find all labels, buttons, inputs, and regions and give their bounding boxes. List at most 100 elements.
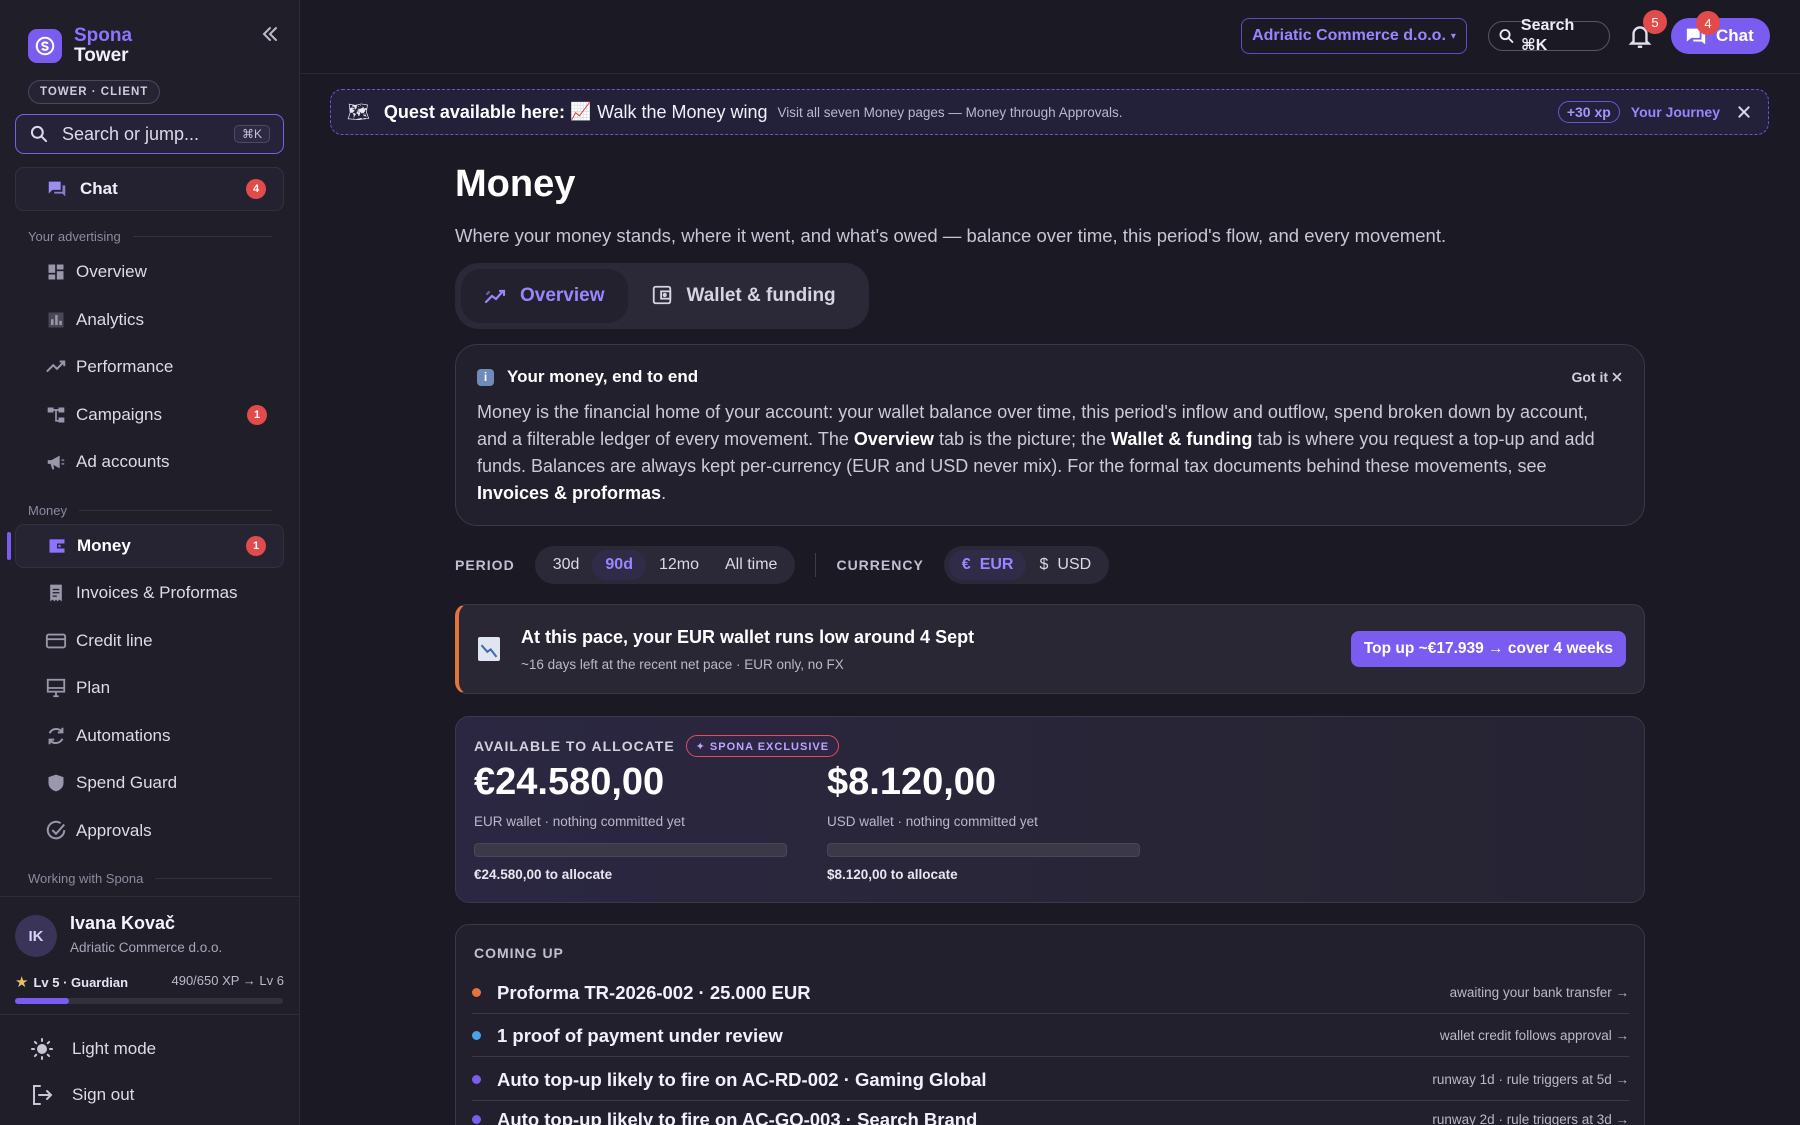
sidebar-item-label: Campaigns [76, 405, 162, 424]
alert-title: At this pace, your EUR wallet runs low a… [521, 626, 975, 647]
sign-out-button[interactable]: Sign out [30, 1083, 134, 1107]
level-label: Lv 5 · Guardian [33, 974, 129, 990]
sidebar-item-invoices-proformas[interactable]: Invoices & Proformas [15, 571, 284, 615]
xp-progress-bar [15, 998, 283, 1004]
list-item[interactable]: Auto top-up likely to fire on AC-RD-002 … [472, 1059, 1629, 1101]
wallet-subtitle: USD wallet · nothing committed yet [827, 814, 1038, 829]
info-card: i Your money, end to end Got it Money is… [455, 344, 1645, 526]
sidebar-item-ad-accounts[interactable]: Ad accounts [15, 440, 284, 484]
list-item[interactable]: Auto top-up likely to fire on AC-GO-003 … [472, 1099, 1629, 1125]
list-item-meta: awaiting your bank transfer → [1449, 985, 1629, 1000]
sidebar-search-input[interactable]: Search or jump... ⌘K [15, 114, 284, 154]
grid-icon [45, 261, 67, 283]
hierarchy-icon [45, 404, 67, 426]
wallet-commit-bar [474, 843, 787, 857]
light-mode-button[interactable]: Light mode [30, 1037, 156, 1061]
info-title: Your money, end to end [507, 367, 699, 386]
chat-button[interactable]: Chat [1671, 18, 1770, 54]
sign-out-icon [30, 1083, 54, 1107]
page-subtitle: Where your money stands, where it went, … [455, 225, 1447, 246]
list-item-title: Proforma TR-2026-002 · 25.000 EUR [497, 981, 811, 1003]
sun-icon [30, 1037, 54, 1061]
sidebar-item-label: Plan [76, 678, 111, 697]
trend-up-icon [45, 356, 67, 378]
spona-logo-icon [28, 29, 62, 63]
user-name: Ivana Kovač [70, 913, 176, 933]
period-option-30d[interactable]: 30d [540, 550, 593, 580]
currency-option-eur[interactable]: € EUR [948, 550, 1027, 580]
list-item-title: Auto top-up likely to fire on AC-GO-003 … [497, 1108, 978, 1125]
sidebar-item-chat[interactable]: Chat 4 [15, 167, 284, 211]
sidebar-item-performance[interactable]: Performance [15, 345, 284, 389]
info-link-invoices[interactable]: Invoices & proformas [477, 483, 661, 503]
tower-client-badge: TOWER · CLIENT [28, 80, 161, 104]
tab-overview[interactable]: Overview [461, 269, 628, 323]
brand[interactable]: Spona Tower [28, 26, 132, 66]
currency-option-usd[interactable]: $ USD [1026, 550, 1104, 580]
quest-xp-badge: +30 xp [1557, 101, 1620, 123]
sidebar-item-credit-line[interactable]: Credit line [15, 619, 284, 663]
sidebar-item-overview[interactable]: Overview [15, 250, 284, 294]
currency-label: CURRENCY [836, 557, 924, 573]
top-search-button[interactable]: Search ⌘K [1488, 17, 1610, 54]
check-circle-icon [45, 820, 67, 842]
info-icon: i [477, 368, 494, 386]
dollar-icon: $ [1039, 556, 1049, 573]
status-dot [472, 1075, 481, 1084]
notification-count-badge: 5 [1643, 10, 1667, 34]
sidebar-item-label: Spend Guard [76, 773, 178, 792]
period-option-90d[interactable]: 90d [592, 550, 646, 580]
sidebar-item-approvals[interactable]: Approvals [15, 809, 284, 853]
brand-sub: Tower [74, 45, 129, 66]
close-icon[interactable] [1736, 104, 1752, 120]
status-dot [472, 1115, 481, 1124]
sidebar-item-label: Credit line [76, 631, 153, 650]
star-icon: ★ [15, 974, 29, 991]
allocate-label: AVAILABLE TO ALLOCATE [474, 738, 675, 754]
sidebar-item-analytics[interactable]: Analytics [15, 298, 284, 342]
period-option-12mo[interactable]: 12mo [646, 550, 712, 580]
your-journey-link[interactable]: Your Journey [1631, 104, 1720, 120]
monitor-icon [45, 677, 67, 699]
wallet-to-allocate: €24.580,00 to allocate [474, 867, 613, 882]
got-it-label: Got it [1571, 369, 1608, 385]
section-money: Money [28, 503, 272, 518]
list-item-meta: runway 2d · rule triggers at 3d → [1432, 1112, 1629, 1125]
list-item[interactable]: 1 proof of payment under review wallet c… [472, 1015, 1629, 1057]
coming-up-card: COMING UP Proforma TR-2026-002 · 25.000 … [455, 924, 1645, 1125]
light-mode-label: Light mode [72, 1039, 157, 1058]
sidebar-item-label: Money [77, 536, 131, 555]
tab-wallet-funding[interactable]: Wallet & funding [628, 269, 859, 323]
sidebar-item-label: Performance [76, 357, 174, 376]
period-label: PERIOD [455, 557, 515, 573]
top-up-button[interactable]: Top up ~€17.939 → cover 4 weeks [1350, 631, 1626, 667]
sidebar-item-campaigns[interactable]: Campaigns 1 [15, 393, 284, 437]
divider [815, 553, 817, 577]
page-title: Money [455, 163, 576, 205]
sidebar-item-automations[interactable]: Automations [15, 714, 284, 758]
currency-code: EUR [979, 556, 1014, 573]
chat-icon [46, 178, 68, 200]
quest-description: Visit all seven Money pages — Money thro… [777, 104, 1123, 120]
got-it-button[interactable]: Got it [1571, 369, 1623, 385]
avatar: IK [15, 915, 57, 957]
sidebar-item-label: Approvals [76, 821, 152, 840]
org-name: Adriatic Commerce d.o.o. [1252, 27, 1446, 44]
collapse-sidebar-icon[interactable] [258, 22, 282, 46]
filter-bar: PERIOD 30d 90d 12mo All time CURRENCY € … [455, 546, 1110, 584]
user-org: Adriatic Commerce d.o.o. [70, 940, 223, 955]
credit-card-icon [45, 630, 67, 652]
sidebar-item-plan[interactable]: Plan [15, 666, 284, 710]
runway-alert: At this pace, your EUR wallet runs low a… [455, 604, 1645, 694]
sidebar-item-money[interactable]: Money 1 [15, 524, 284, 568]
user-profile[interactable]: IK Ivana Kovač Adriatic Commerce d.o.o. … [0, 896, 300, 1014]
xp-label: 490/650 XP → Lv 6 [171, 973, 284, 988]
period-option-all-time[interactable]: All time [712, 550, 790, 580]
list-item-meta: wallet credit follows approval → [1439, 1028, 1629, 1043]
list-item[interactable]: Proforma TR-2026-002 · 25.000 EUR awaiti… [472, 972, 1629, 1014]
usd-wallet: $8.120,00 USD wallet · nothing committed… [827, 761, 1140, 882]
currency-code: USD [1057, 556, 1092, 573]
sidebar-item-spend-guard[interactable]: Spend Guard [15, 761, 284, 805]
quest-name: Walk the Money wing [597, 101, 768, 122]
org-switcher[interactable]: Adriatic Commerce d.o.o. ▾ [1241, 18, 1467, 54]
